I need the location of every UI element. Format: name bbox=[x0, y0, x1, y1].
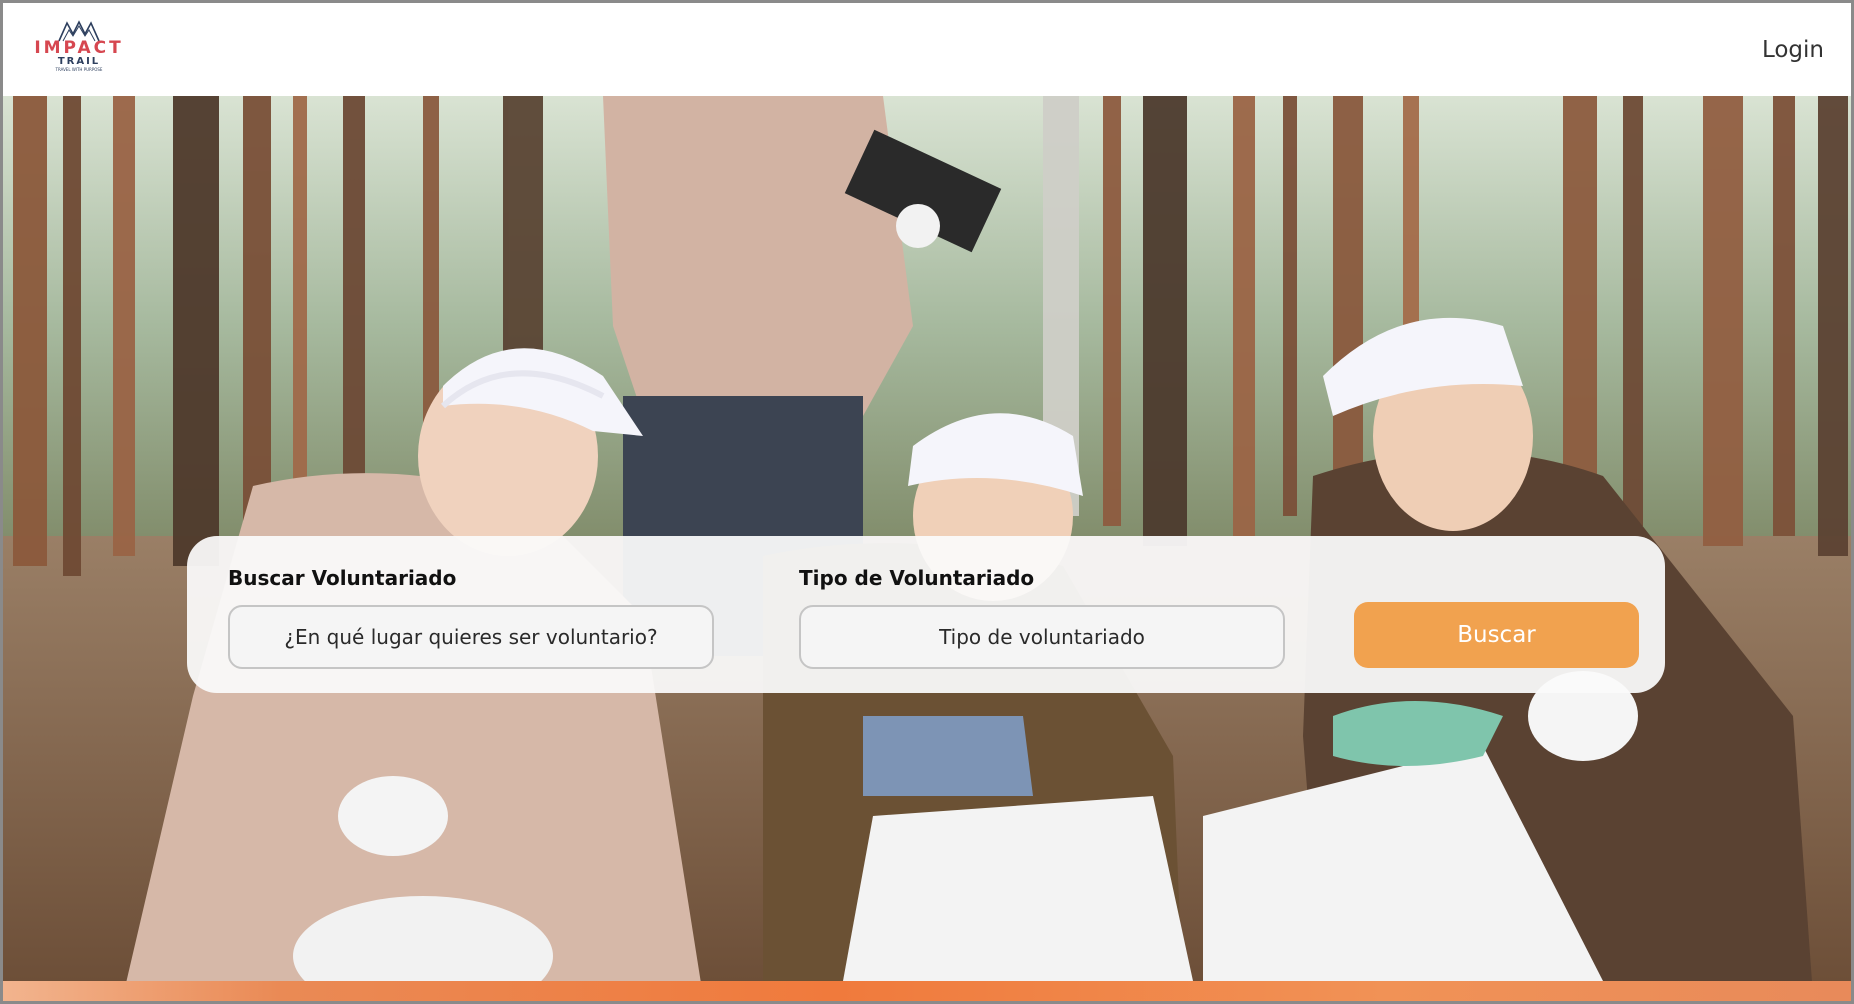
logo-subword: TRAIL bbox=[57, 55, 101, 67]
top-navbar: IMPACT TRAIL TRAVEL WITH PURPOSE Login bbox=[3, 3, 1851, 96]
type-select[interactable]: Tipo de voluntariado bbox=[799, 605, 1285, 669]
logo-tagline: TRAVEL WITH PURPOSE bbox=[55, 66, 103, 72]
volunteer-search-card: Buscar Voluntariado ¿En qué lugar quiere… bbox=[187, 536, 1665, 693]
page: IMPACT TRAIL TRAVEL WITH PURPOSE Login B… bbox=[0, 0, 1854, 1004]
location-field-label: Buscar Voluntariado bbox=[228, 566, 457, 590]
logo-word: IMPACT bbox=[34, 37, 124, 58]
impact-trail-logo[interactable]: IMPACT TRAIL TRAVEL WITH PURPOSE bbox=[33, 19, 125, 80]
search-button[interactable]: Buscar bbox=[1354, 602, 1639, 668]
type-field-label: Tipo de Voluntariado bbox=[799, 566, 1035, 590]
location-input[interactable]: ¿En qué lugar quieres ser voluntario? bbox=[228, 605, 714, 669]
login-link[interactable]: Login bbox=[1762, 37, 1824, 63]
bottom-orange-band bbox=[3, 981, 1851, 1001]
